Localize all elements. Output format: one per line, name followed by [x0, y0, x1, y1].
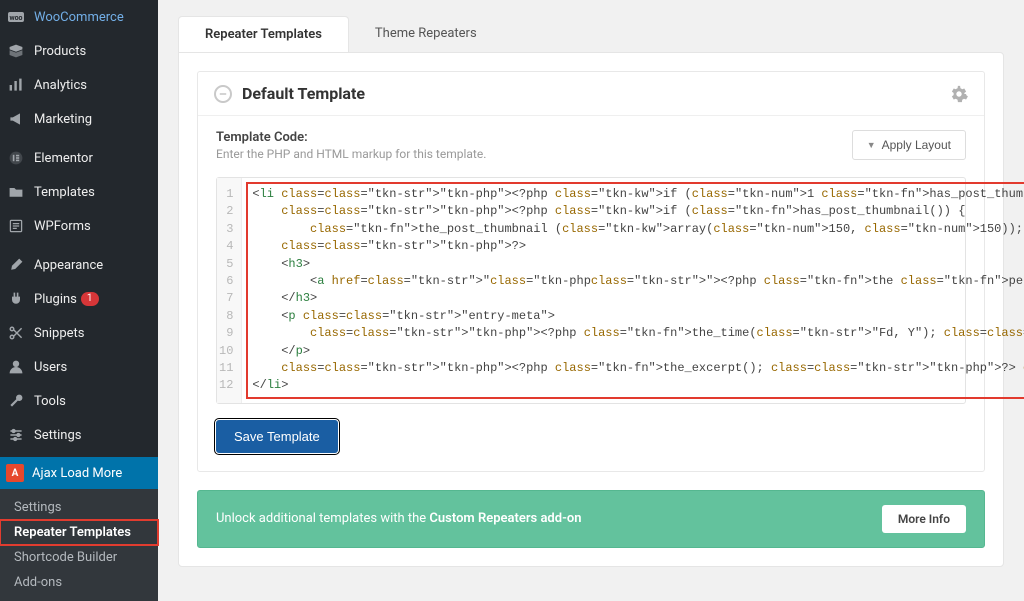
brush-icon	[6, 255, 26, 275]
tabs: Repeater Templates Theme Repeaters	[178, 16, 1004, 52]
sliders-icon	[6, 425, 26, 445]
card-title: Default Template	[242, 84, 950, 103]
sidebar-item-label: WPForms	[34, 219, 91, 234]
sidebar-item-products[interactable]: Products	[0, 34, 158, 68]
megaphone-icon	[6, 109, 26, 129]
user-icon	[6, 357, 26, 377]
upsell-banner: Unlock additional templates with the Cus…	[197, 490, 985, 548]
sidebar-item-label: Templates	[34, 185, 95, 200]
more-info-button[interactable]: More Info	[882, 505, 966, 533]
alm-submenu: Settings Repeater Templates Shortcode Bu…	[0, 489, 158, 601]
sidebar-item-marketing[interactable]: Marketing	[0, 102, 158, 136]
sidebar-item-wpforms[interactable]: WPForms	[0, 209, 158, 243]
sidebar-item-ajax-load-more[interactable]: A Ajax Load More	[0, 457, 158, 489]
wpforms-icon	[6, 216, 26, 236]
plugins-update-badge: 1	[81, 292, 99, 306]
sidebar-item-templates[interactable]: Templates	[0, 175, 158, 209]
tab-theme-repeaters[interactable]: Theme Repeaters	[349, 16, 503, 52]
sidebar-item-label: Tools	[34, 394, 66, 409]
sidebar-item-settings[interactable]: Settings	[0, 418, 158, 452]
template-code-help: Enter the PHP and HTML markup for this t…	[216, 147, 486, 161]
sidebar-item-elementor[interactable]: Elementor	[0, 141, 158, 175]
chart-icon	[6, 75, 26, 95]
sidebar-item-label: Products	[34, 44, 86, 59]
elementor-icon	[6, 148, 26, 168]
sidebar-item-label: Ajax Load More	[32, 466, 122, 481]
sidebar-item-label: Plugins	[34, 292, 77, 307]
card-header: Default Template	[198, 72, 984, 116]
sidebar-item-label: Analytics	[34, 78, 87, 93]
sidebar-item-plugins[interactable]: Plugins 1	[0, 282, 158, 316]
submenu-add-ons[interactable]: Add-ons	[0, 570, 158, 595]
svg-text:woo: woo	[9, 14, 22, 22]
main-content: Repeater Templates Theme Repeaters Defau…	[158, 0, 1024, 568]
sidebar-item-label: Marketing	[34, 112, 92, 127]
sidebar-item-label: Snippets	[34, 326, 85, 341]
caret-down-icon: ▼	[867, 140, 876, 150]
upsell-text: Unlock additional templates with the Cus…	[216, 511, 581, 526]
sidebar-item-label: Users	[34, 360, 67, 375]
plug-icon	[6, 289, 26, 309]
apply-layout-label: Apply Layout	[882, 138, 951, 152]
scissors-icon	[6, 323, 26, 343]
sidebar-item-label: WooCommerce	[34, 10, 124, 25]
code-gutter: 123456789101112	[217, 178, 242, 403]
alm-icon: A	[6, 464, 24, 482]
tab-panel: Default Template Template Code: Enter th…	[178, 52, 1004, 567]
sidebar-item-users[interactable]: Users	[0, 350, 158, 384]
gear-icon[interactable]	[950, 85, 968, 103]
sidebar-item-label: Appearance	[34, 258, 103, 273]
code-editor[interactable]: 123456789101112 <li class=class="tkn-str…	[216, 177, 966, 404]
sidebar-item-label: Elementor	[34, 151, 93, 166]
woo-icon: woo	[6, 7, 26, 27]
highlight-box	[246, 182, 1024, 399]
wrench-icon	[6, 391, 26, 411]
template-code-label: Template Code:	[216, 130, 486, 145]
sidebar-item-woocommerce[interactable]: woo WooCommerce	[0, 0, 158, 34]
collapse-icon[interactable]	[214, 85, 232, 103]
submenu-shortcode-builder[interactable]: Shortcode Builder	[0, 545, 158, 570]
submenu-settings[interactable]: Settings	[0, 495, 158, 520]
folder-icon	[6, 182, 26, 202]
sidebar-item-appearance[interactable]: Appearance	[0, 248, 158, 282]
sidebar-item-label: Settings	[34, 428, 81, 443]
sidebar-item-snippets[interactable]: Snippets	[0, 316, 158, 350]
template-card: Default Template Template Code: Enter th…	[197, 71, 985, 472]
box-icon	[6, 41, 26, 61]
sidebar-item-tools[interactable]: Tools	[0, 384, 158, 418]
save-template-button[interactable]: Save Template	[216, 420, 338, 453]
tab-repeater-templates[interactable]: Repeater Templates	[178, 16, 349, 52]
apply-layout-button[interactable]: ▼ Apply Layout	[852, 130, 966, 160]
card-body: Template Code: Enter the PHP and HTML ma…	[198, 116, 984, 471]
sidebar-item-analytics[interactable]: Analytics	[0, 68, 158, 102]
submenu-repeater-templates[interactable]: Repeater Templates	[0, 520, 158, 545]
code-area[interactable]: <li class=class="tkn-str">"tkn-php"><?ph…	[242, 178, 1024, 403]
admin-sidebar: woo WooCommerce Products Analytics Marke…	[0, 0, 158, 568]
